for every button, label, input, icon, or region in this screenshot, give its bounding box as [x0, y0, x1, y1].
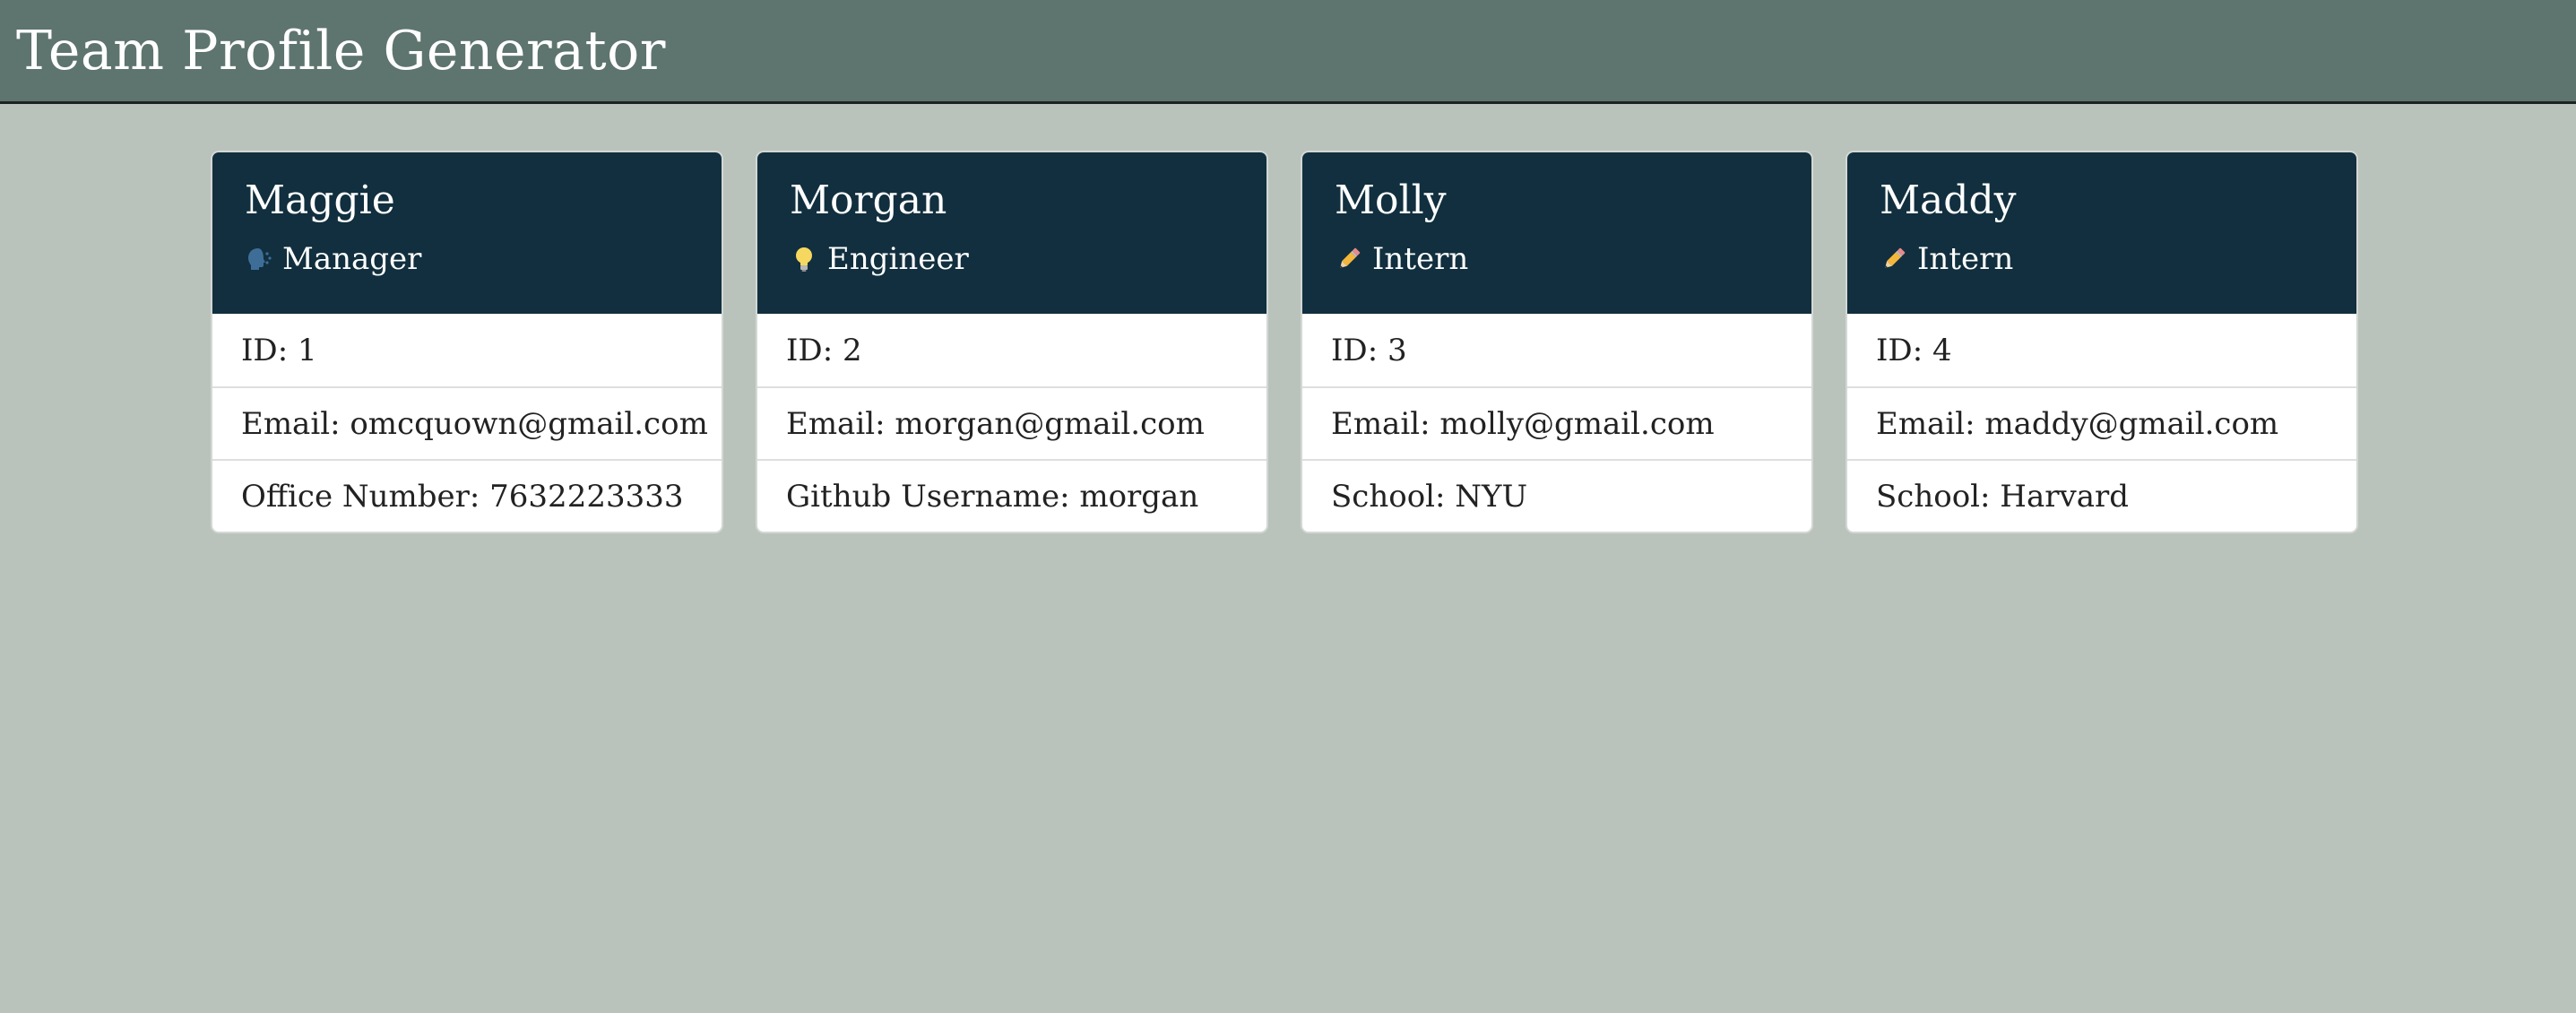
employee-id: ID: 2 [786, 332, 862, 368]
card-header: Maddy Intern [1847, 152, 2356, 314]
employee-email: Email: molly@gmail.com [1302, 386, 1811, 459]
employee-school: School: NYU [1302, 459, 1811, 532]
card-header: Morgan Engineer [757, 152, 1266, 314]
role-label: Intern [1372, 241, 1469, 277]
employee-email: Email: morgan@gmail.com [757, 386, 1266, 459]
card-body: ID: 1 Email: omcquown@gmail.com Office N… [212, 314, 722, 532]
employee-name: Molly [1335, 177, 1447, 223]
employee-email: Email: omcquown@gmail.com [212, 386, 722, 459]
employee-role: Intern [1335, 244, 1811, 274]
employee-email: Email: maddy@gmail.com [1847, 386, 2356, 459]
employee-id: ID: 3 [1331, 332, 1407, 368]
employee-name: Morgan [790, 177, 947, 223]
card-header: Maggie Manager [212, 152, 722, 314]
card-body: ID: 3 Email: molly@gmail.com School: NYU [1302, 314, 1811, 532]
employee-card: Morgan Engineer ID: 2 Email: morgan@gmai… [756, 151, 1268, 533]
pencil-icon [1880, 245, 1908, 273]
card-header: Molly Intern [1302, 152, 1811, 314]
employee-role: Manager [245, 244, 722, 274]
speaking-head-icon [245, 245, 273, 273]
role-label: Manager [282, 241, 422, 277]
employee-id: ID: 4 [1876, 332, 1952, 368]
lightbulb-icon [790, 245, 818, 273]
employee-card: Molly Intern ID: 3 Email: molly@gmail.co… [1301, 151, 1813, 533]
card-body: ID: 2 Email: morgan@gmail.com Github Use… [757, 314, 1266, 532]
role-label: Engineer [827, 241, 969, 277]
employee-role: Intern [1880, 244, 2356, 274]
pencil-icon [1335, 245, 1363, 273]
employee-id: ID: 1 [241, 332, 317, 368]
employee-role: Engineer [790, 244, 1266, 274]
employee-github: Github Username: morgan [757, 459, 1266, 532]
card-body: ID: 4 Email: maddy@gmail.com School: Har… [1847, 314, 2356, 532]
page-header: Team Profile Generator [0, 0, 2576, 104]
employee-school: School: Harvard [1847, 459, 2356, 532]
role-label: Intern [1917, 241, 2014, 277]
employee-office-number: Office Number: 7632223333 [212, 459, 722, 532]
employee-card: Maddy Intern ID: 4 Email: maddy@gmail.co… [1846, 151, 2358, 533]
employee-name: Maddy [1880, 177, 2017, 223]
employee-name: Maggie [245, 177, 395, 223]
team-cards: Maggie Manager ID: 1 Email: omcquown@gma… [0, 104, 2576, 1013]
employee-card: Maggie Manager ID: 1 Email: omcquown@gma… [211, 151, 723, 533]
page-title: Team Profile Generator [16, 19, 666, 82]
